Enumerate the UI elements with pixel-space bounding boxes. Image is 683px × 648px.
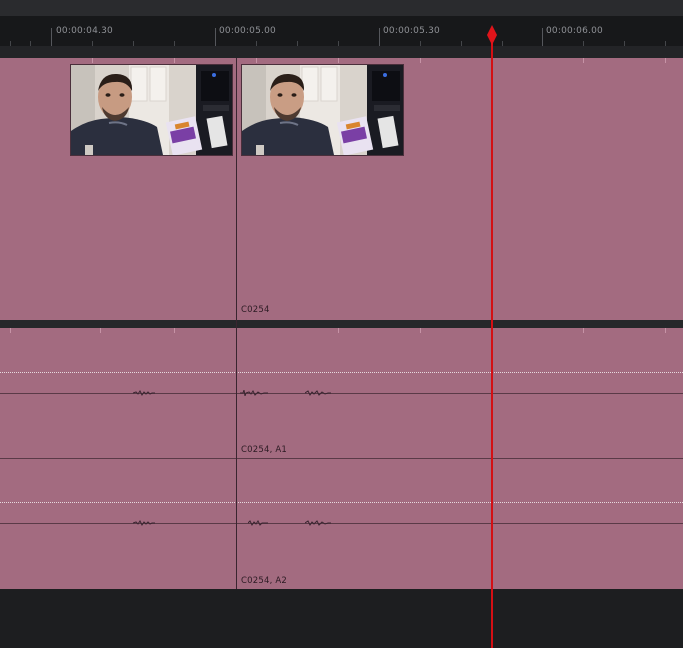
clip-frame-tick [665,58,666,63]
clip-frame-tick [10,328,11,333]
edit-point-line[interactable] [236,58,237,589]
audio-clip-name: C0254, A1 [241,445,287,455]
ruler-major-tick [215,28,216,46]
video-audio-divider[interactable] [0,320,683,328]
clip-frame-tick [174,328,175,333]
timecode-label: 00:00:06.00 [546,26,603,36]
audio-waveform [305,520,331,526]
audio-waveform [133,520,155,526]
ruler-major-tick [51,28,52,46]
clip-frame-tick [92,58,93,63]
timecode-label: 00:00:05.30 [383,26,440,36]
clip-frame-tick [665,328,666,333]
clip-frame-tick [100,328,101,333]
ruler-major-tick [542,28,543,46]
timeline-panel: 00:00:04.30 00:00:05.00 00:00:05.30 00:0… [0,0,683,648]
timecode-label: 00:00:04.30 [56,26,113,36]
playhead-line[interactable] [491,34,493,648]
clip-frame-tick [583,328,584,333]
waveform-baseline [0,523,683,524]
audio-clip-name: C0254, A2 [241,576,287,586]
clip-frame-tick [174,58,175,63]
audio-waveform [305,390,331,396]
volume-level-line[interactable] [0,372,683,373]
video-clip-name: C0254 [241,305,270,315]
audio-waveform [240,390,268,396]
clip-frame-tick [583,58,584,63]
timeline-toolbar [0,0,683,16]
volume-level-line[interactable] [0,502,683,503]
clip-frame-tick [256,58,257,63]
clip-frame-tick [338,58,339,63]
clip-frame-tick [420,58,421,63]
playhead-handle-icon[interactable] [486,25,498,45]
waveform-baseline [0,393,683,394]
audio-waveform [248,520,268,526]
audio-waveform [133,390,155,396]
ruler-major-tick [379,28,380,46]
timecode-ruler[interactable]: 00:00:04.30 00:00:05.00 00:00:05.30 00:0… [0,16,683,46]
ruler-spacer [0,46,683,58]
clip-frame-tick [338,328,339,333]
empty-track-area [0,589,683,648]
clip-frame-tick [420,328,421,333]
video-thumbnail [241,64,404,156]
audio-track-a1-clip[interactable]: C0254, A1 [0,328,683,458]
audio-track-a2-clip[interactable]: C0254, A2 [0,459,683,589]
timecode-label: 00:00:05.00 [219,26,276,36]
video-thumbnail [70,64,233,156]
